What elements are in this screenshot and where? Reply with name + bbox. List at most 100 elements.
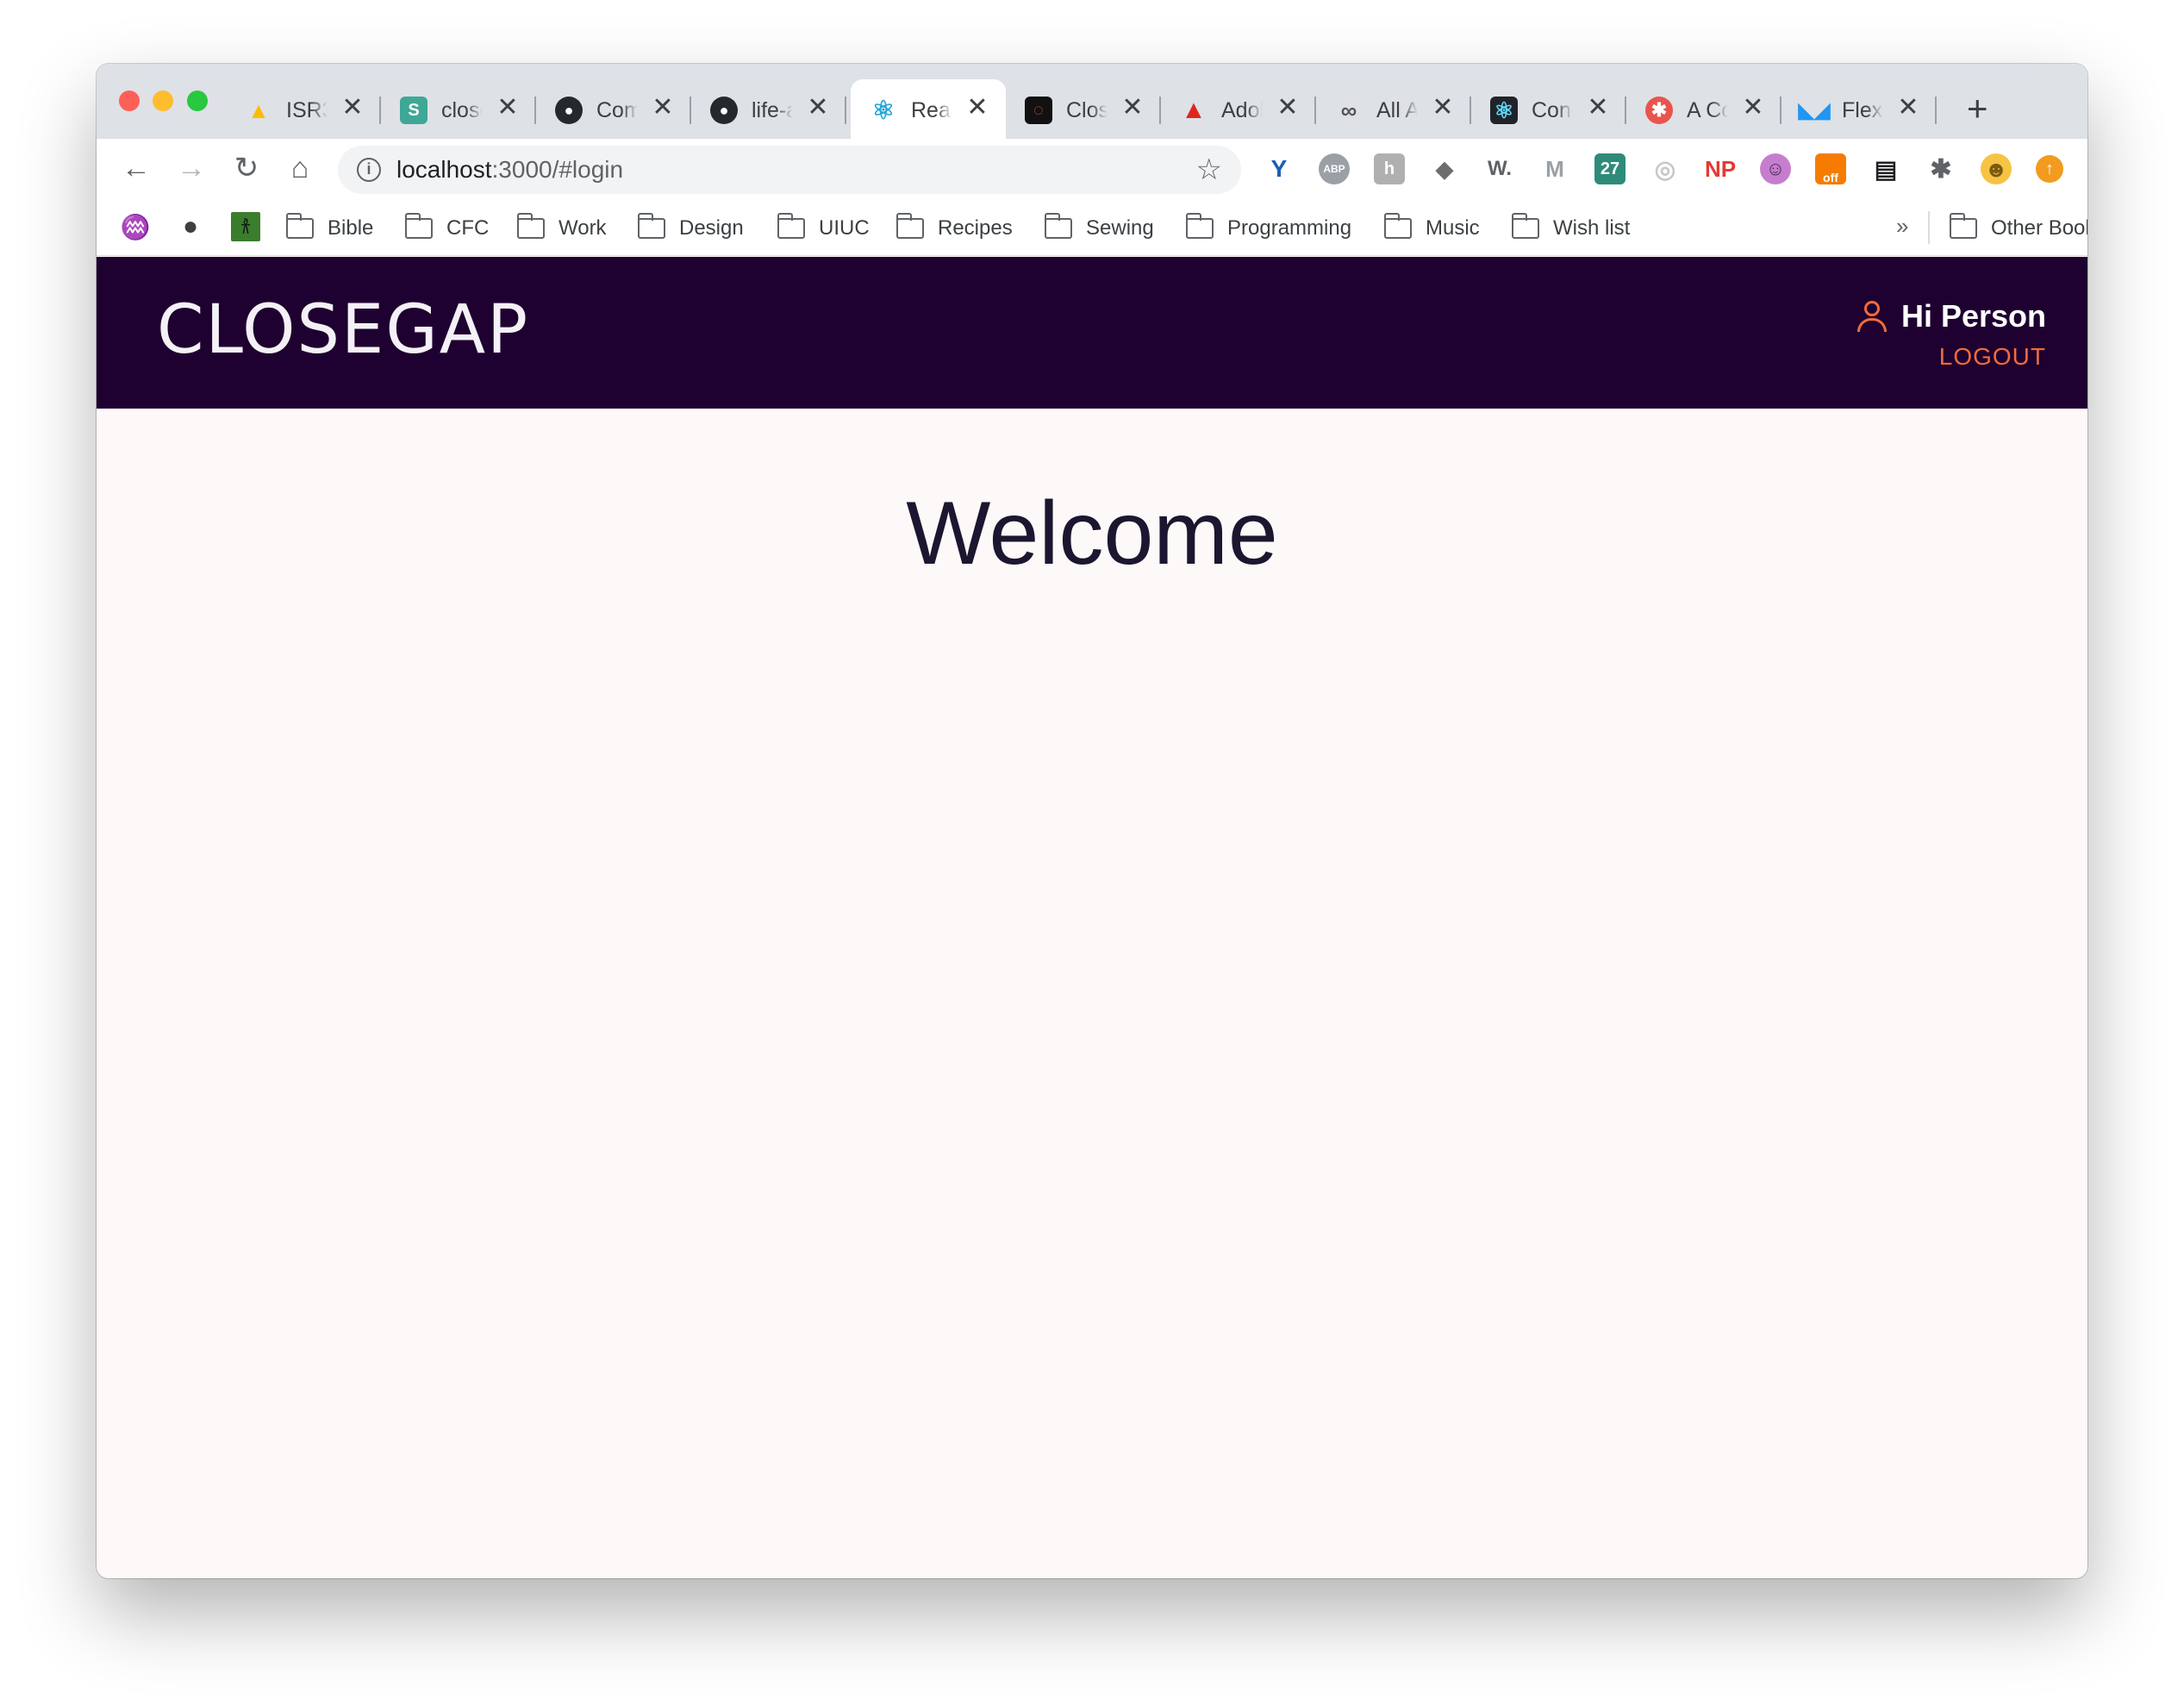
tab-4[interactable]: ● life-a ✕ xyxy=(691,79,846,139)
honey-icon[interactable]: h xyxy=(1374,153,1405,184)
tab-3[interactable]: ● Com ✕ xyxy=(536,79,691,139)
bookmarks-separator xyxy=(1928,211,1930,244)
tab-close-icon[interactable]: ✕ xyxy=(1740,95,1766,121)
tab-title: All A xyxy=(1376,98,1418,122)
np-icon[interactable]: NP xyxy=(1705,153,1736,184)
address-bar[interactable]: i localhost:3000/#login ☆ xyxy=(338,146,1241,194)
folder-icon xyxy=(285,213,314,239)
document-icon[interactable]: ▤ xyxy=(1870,153,1901,184)
url-text[interactable]: localhost:3000/#login xyxy=(396,156,623,184)
minimize-window-button[interactable] xyxy=(153,91,173,111)
blob-icon[interactable]: ☺ xyxy=(1760,153,1791,184)
tab-11[interactable]: ◣◢ Flexb ✕ xyxy=(1782,79,1937,139)
runner-icon[interactable]: 𐀪 xyxy=(231,212,260,241)
bookmarks-bar: ♒ ● 𐀪 Bible CFC Work Design UIUC Recipes xyxy=(97,199,2087,256)
folder-icon xyxy=(516,213,545,239)
bookmark-star-icon[interactable]: ☆ xyxy=(1196,153,1222,187)
github-icon: ● xyxy=(555,97,583,124)
tab-title: Conc xyxy=(1532,98,1573,122)
tab-close-icon[interactable]: ✕ xyxy=(964,95,990,121)
closegap-icon: ◌ xyxy=(1025,97,1052,124)
react-icon: ⚛ xyxy=(871,96,895,125)
tab-separator xyxy=(845,97,846,124)
adobe-icon: ▲ xyxy=(1181,96,1207,124)
off-badge-icon[interactable]: off xyxy=(1815,153,1846,184)
forward-icon[interactable]: → xyxy=(174,151,209,185)
bookmark-folder-music[interactable]: Music xyxy=(1383,213,1480,243)
tab-title: React xyxy=(911,98,952,122)
tab-strip: ▲ ISR3 ✕ S close ✕ ● Com ✕ ● life-a ✕ ⚛ … xyxy=(97,64,2087,139)
tab-6[interactable]: ◌ Clos ✕ xyxy=(1006,79,1161,139)
paint-icon[interactable]: ◆ xyxy=(1429,153,1460,184)
wordtune-icon[interactable]: W. xyxy=(1484,153,1515,184)
tab-8[interactable]: ∞ All A ✕ xyxy=(1316,79,1471,139)
close-window-button[interactable] xyxy=(119,91,140,111)
logout-button[interactable]: LOGOUT xyxy=(1939,343,2046,371)
tab-close-icon[interactable]: ✕ xyxy=(340,95,365,121)
reload-icon[interactable]: ↻ xyxy=(229,151,264,185)
bookmark-folder-uiuc[interactable]: UIUC xyxy=(777,213,870,243)
puzzle-icon[interactable]: ✱ xyxy=(1925,153,1956,184)
bookmark-folder-cfc[interactable]: CFC xyxy=(404,213,489,243)
react-icon: ⚛ xyxy=(1490,97,1518,124)
gmail-icon[interactable]: M xyxy=(1539,153,1570,184)
folder-icon xyxy=(1185,213,1214,239)
maximize-window-button[interactable] xyxy=(187,91,208,111)
bookmark-folder-sewing[interactable]: Sewing xyxy=(1044,213,1154,243)
tab-close-icon[interactable]: ✕ xyxy=(1895,95,1921,121)
site-info-icon[interactable]: i xyxy=(357,158,381,182)
y-extension-icon[interactable]: Y xyxy=(1264,153,1295,184)
page-content: Welcome xyxy=(97,409,2087,1578)
url-path: :3000/#login xyxy=(491,156,624,183)
tab-close-icon[interactable]: ✕ xyxy=(1275,95,1301,121)
browser-toolbar: ← → ↻ ⌂ i localhost:3000/#login ☆ Y ABP … xyxy=(97,139,2087,199)
bookmark-folder-bible[interactable]: Bible xyxy=(285,213,373,243)
tab-close-icon[interactable]: ✕ xyxy=(495,95,521,121)
tab-2[interactable]: S close ✕ xyxy=(381,79,536,139)
bookmark-folder-design[interactable]: Design xyxy=(637,213,744,243)
tab-1[interactable]: ▲ ISR3 ✕ xyxy=(226,79,381,139)
url-host: localhost xyxy=(396,156,492,183)
tab-10[interactable]: ✱ A Co ✕ xyxy=(1626,79,1782,139)
tab-title: A Co xyxy=(1687,98,1728,122)
folder-icon xyxy=(637,213,665,239)
audio-wave-icon[interactable]: ♒ xyxy=(121,212,151,241)
tab-title: Adob xyxy=(1221,98,1263,122)
bookmark-folder-recipes[interactable]: Recipes xyxy=(895,213,1013,243)
update-icon[interactable]: ↑ xyxy=(2036,155,2063,183)
panda-icon[interactable]: ◎ xyxy=(1650,153,1681,184)
greeting-text: Hi Person xyxy=(1900,298,2046,334)
back-icon[interactable]: ← xyxy=(119,151,153,185)
tab-close-icon[interactable]: ✕ xyxy=(805,95,831,121)
tab-close-icon[interactable]: ✕ xyxy=(1120,95,1145,121)
bookmark-folder-wish-list[interactable]: Wish list xyxy=(1511,213,1630,243)
tab-title: Clos xyxy=(1066,98,1108,122)
globe-icon[interactable]: ● xyxy=(176,212,205,241)
new-tab-icon[interactable]: + xyxy=(1967,91,1988,127)
tab-close-icon[interactable]: ✕ xyxy=(1585,95,1611,121)
bookmark-folder-work[interactable]: Work xyxy=(516,213,607,243)
tab-7[interactable]: ▲ Adob ✕ xyxy=(1161,79,1316,139)
adblock-icon[interactable]: ABP xyxy=(1319,153,1350,184)
home-icon[interactable]: ⌂ xyxy=(283,151,317,185)
tab-title: ISR3 xyxy=(286,98,328,122)
tab-close-icon[interactable]: ✕ xyxy=(650,95,676,121)
tab-title: life-a xyxy=(752,98,793,122)
tab-close-icon[interactable]: ✕ xyxy=(1430,95,1456,121)
folder-icon xyxy=(404,213,433,239)
bookmarks-overflow-icon[interactable]: » xyxy=(1896,213,1908,240)
person-icon xyxy=(1855,299,1889,334)
tab-9[interactable]: ⚛ Conc ✕ xyxy=(1471,79,1626,139)
bookmark-folder-programming[interactable]: Programming xyxy=(1185,213,1351,243)
closegap-logo[interactable]: CLOSEGAP xyxy=(157,291,529,369)
browser-window: ▲ ISR3 ✕ S close ✕ ● Com ✕ ● life-a ✕ ⚛ … xyxy=(97,64,2087,1578)
tab-separator xyxy=(1935,97,1937,124)
bookmark-folder-other[interactable]: Other Bookmarks xyxy=(1949,213,2087,243)
avatar-icon[interactable]: ☻ xyxy=(1981,153,2012,184)
folder-icon xyxy=(1949,213,1977,239)
folder-icon xyxy=(1044,213,1072,239)
folder-icon xyxy=(777,213,805,239)
tab-5-active[interactable]: ⚛ React ✕ xyxy=(851,79,1006,139)
page-title: Welcome xyxy=(906,484,1278,584)
calendar-27-icon[interactable]: 27 xyxy=(1594,153,1626,184)
